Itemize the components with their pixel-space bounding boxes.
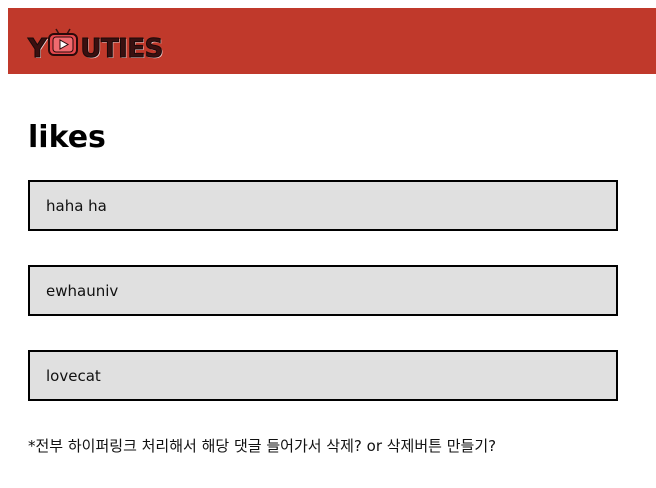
like-item[interactable]: ewhauniv: [28, 265, 618, 316]
youties-logo[interactable]: Y UTIES: [27, 28, 164, 67]
site-header: Y UTIES: [8, 8, 656, 74]
logo-text-end: UTIES: [80, 33, 164, 64]
todo-note: *전부 하이퍼링크 처리해서 해당 댓글 들어가서 삭제? or 삭제버튼 만들…: [28, 437, 497, 455]
like-item-label: ewhauniv: [46, 281, 119, 300]
like-item[interactable]: haha ha: [28, 180, 618, 231]
page-title: likes: [28, 120, 106, 155]
like-item-label: haha ha: [46, 196, 107, 215]
like-item[interactable]: lovecat: [28, 350, 618, 401]
tv-play-icon: [47, 28, 79, 65]
like-item-label: lovecat: [46, 366, 101, 385]
logo-text-start: Y: [27, 33, 47, 64]
